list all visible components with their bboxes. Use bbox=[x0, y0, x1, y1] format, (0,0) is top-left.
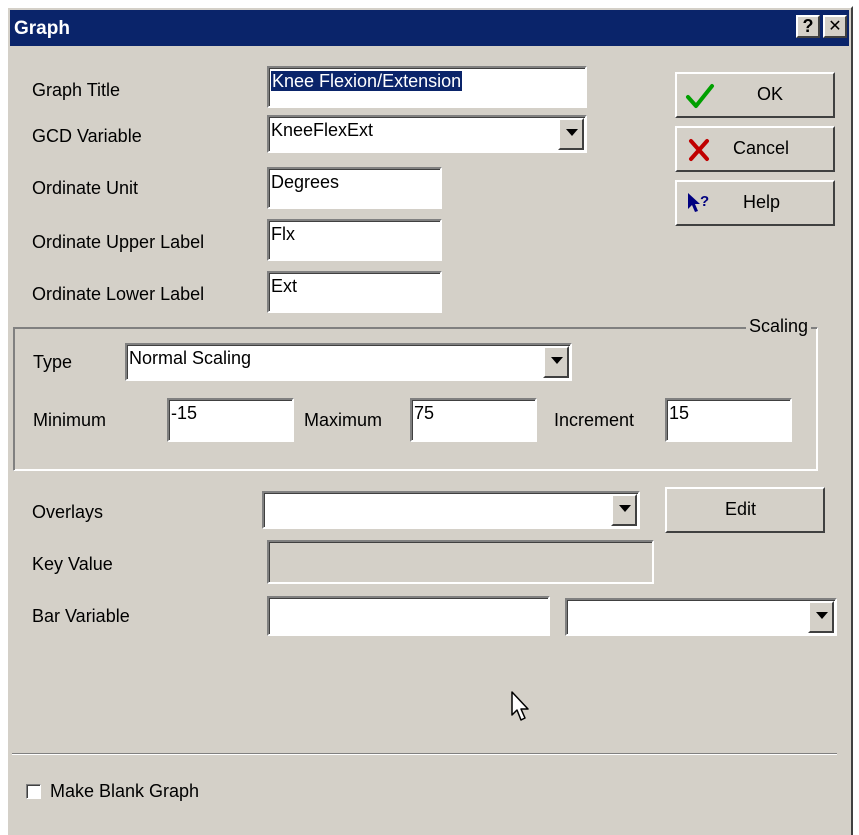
edit-button-label: Edit bbox=[725, 499, 757, 519]
increment-input[interactable]: 15 bbox=[665, 398, 792, 442]
mouse-cursor-icon bbox=[511, 691, 529, 721]
ordinate-upper-label-value: Flx bbox=[271, 224, 295, 244]
checkmark-icon bbox=[686, 84, 714, 108]
ok-button-label: OK bbox=[757, 84, 784, 104]
maximum-value: 75 bbox=[414, 403, 435, 423]
chevron-down-icon bbox=[816, 612, 828, 619]
key-value-label: Key Value bbox=[32, 554, 113, 574]
edit-button[interactable]: Edit bbox=[665, 487, 825, 533]
scaling-type-select[interactable]: Normal Scaling bbox=[125, 343, 572, 381]
overlays-dropdown-button[interactable] bbox=[611, 494, 637, 526]
ordinate-upper-label-label: Ordinate Upper Label bbox=[32, 232, 205, 252]
ordinate-unit-value: Degrees bbox=[271, 172, 340, 192]
gcd-variable-value: KneeFlexExt bbox=[271, 120, 374, 140]
overlays-select[interactable] bbox=[262, 491, 640, 529]
make-blank-graph-checkbox[interactable] bbox=[26, 784, 41, 799]
gcd-variable-dropdown-button[interactable] bbox=[558, 118, 584, 150]
graph-title-value: Knee Flexion/Extension bbox=[271, 71, 463, 91]
chevron-down-icon bbox=[619, 505, 631, 512]
scaling-groupbox: Scaling Type Normal Scaling Minimum -15 … bbox=[13, 316, 818, 471]
make-blank-graph-label[interactable]: Make Blank Graph bbox=[50, 781, 199, 802]
maximum-input[interactable]: 75 bbox=[410, 398, 537, 442]
bar-variable-input[interactable] bbox=[267, 596, 550, 636]
gcd-variable-label: GCD Variable bbox=[32, 126, 142, 146]
ordinate-lower-label-value: Ext bbox=[271, 276, 298, 296]
ordinate-lower-label-label: Ordinate Lower Label bbox=[32, 284, 205, 304]
footer-separator bbox=[12, 753, 837, 755]
ordinate-upper-label-input[interactable]: Flx bbox=[267, 219, 442, 261]
maximum-label: Maximum bbox=[304, 410, 383, 430]
overlays-label: Overlays bbox=[32, 502, 104, 522]
window-title: Graph bbox=[14, 18, 70, 39]
graph-title-input[interactable]: Knee Flexion/Extension bbox=[267, 66, 587, 108]
chevron-down-icon bbox=[551, 357, 563, 364]
minimum-input[interactable]: -15 bbox=[167, 398, 294, 442]
scaling-type-value: Normal Scaling bbox=[129, 348, 252, 368]
svg-text:?: ? bbox=[700, 193, 709, 210]
context-help-button[interactable]: ? bbox=[796, 15, 820, 38]
graph-dialog: Graph ? ✕ Graph Title GCD Variable Ordin… bbox=[6, 6, 853, 835]
cancel-button[interactable]: Cancel bbox=[675, 126, 835, 172]
bar-variable-select[interactable] bbox=[565, 598, 837, 636]
scaling-type-dropdown-button[interactable] bbox=[543, 346, 569, 378]
key-value-input bbox=[267, 540, 654, 584]
chevron-down-icon bbox=[566, 129, 578, 136]
minimum-value: -15 bbox=[171, 403, 198, 423]
bar-variable-label: Bar Variable bbox=[32, 606, 130, 626]
scaling-group-title: Scaling bbox=[745, 316, 811, 337]
gcd-variable-select[interactable]: KneeFlexExt bbox=[267, 115, 587, 153]
bar-variable-dropdown-button[interactable] bbox=[808, 601, 834, 633]
help-button[interactable]: ? Help bbox=[675, 180, 835, 226]
cancel-button-label: Cancel bbox=[733, 138, 790, 158]
ordinate-unit-input[interactable]: Degrees bbox=[267, 167, 442, 209]
increment-value: 15 bbox=[669, 403, 690, 423]
cross-icon bbox=[689, 139, 709, 161]
graph-title-label: Graph Title bbox=[32, 80, 121, 100]
minimum-label: Minimum bbox=[33, 410, 107, 430]
close-icon: ✕ bbox=[828, 18, 842, 35]
ordinate-unit-label: Ordinate Unit bbox=[32, 178, 139, 198]
increment-label: Increment bbox=[554, 410, 635, 430]
scaling-type-label: Type bbox=[33, 352, 73, 372]
ordinate-lower-label-input[interactable]: Ext bbox=[267, 271, 442, 313]
title-bar[interactable]: Graph ? ✕ bbox=[10, 10, 849, 46]
help-pointer-icon: ? bbox=[688, 193, 709, 212]
question-mark-icon: ? bbox=[802, 16, 814, 36]
close-button[interactable]: ✕ bbox=[823, 15, 847, 38]
ok-button[interactable]: OK bbox=[675, 72, 835, 118]
help-button-label: Help bbox=[743, 192, 781, 212]
